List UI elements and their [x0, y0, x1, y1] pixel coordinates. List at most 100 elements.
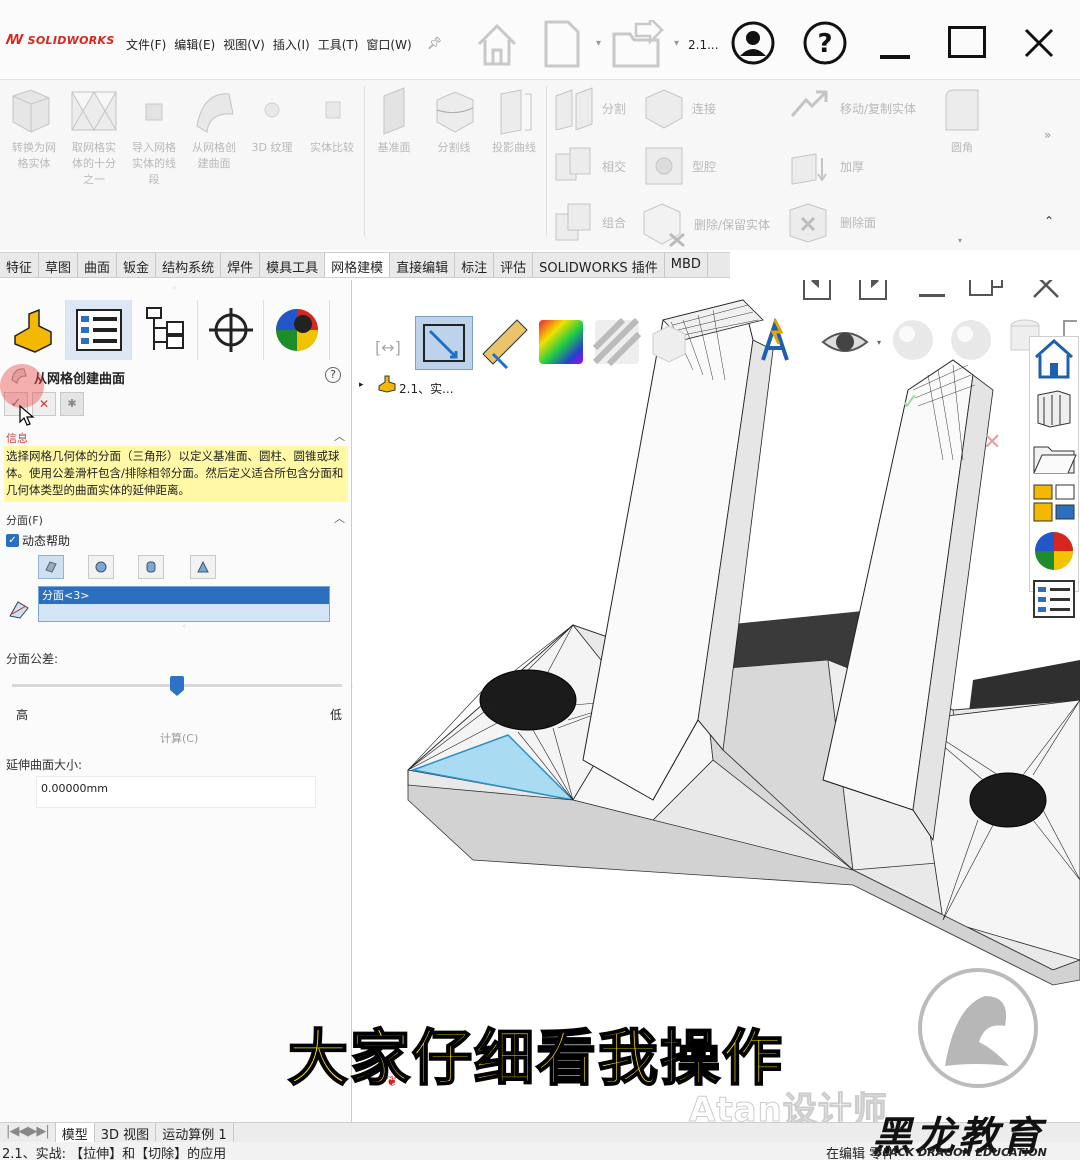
tab-surfaces[interactable]: 曲面 [78, 253, 118, 277]
tab-evaluate[interactable]: 评估 [494, 253, 534, 277]
3d-texture-button[interactable]: 3D 纹理 [244, 86, 300, 156]
split-line-button[interactable]: 分割线 [426, 86, 482, 156]
scene-sphere-icon[interactable] [947, 316, 995, 364]
split-button[interactable]: 分割 [552, 86, 626, 130]
tab-markup[interactable]: 标注 [455, 253, 495, 277]
tab-mesh-modeling[interactable]: 网格建模 [325, 253, 391, 277]
dimxpert-manager-tab[interactable] [198, 300, 264, 360]
menu-insert[interactable]: 插入(I) [273, 36, 310, 53]
tab-sketch[interactable]: 草图 [39, 253, 79, 277]
cylinder-type-button[interactable] [138, 555, 164, 579]
zebra-stripes-icon[interactable] [593, 318, 641, 366]
tree-root-label[interactable]: 2.1、实... [399, 380, 454, 397]
section-view-icon[interactable] [649, 320, 689, 364]
previous-view-icon[interactable]: [↔] [375, 338, 401, 357]
decimate-mesh-button[interactable]: 取网格实 体的十分 之一 [66, 86, 122, 188]
tab-direct-editing[interactable]: 直接编辑 [390, 253, 456, 277]
next-document-icon[interactable] [859, 280, 887, 300]
confirm-cancel-icon[interactable]: ✕ [983, 430, 1001, 455]
calculate-button[interactable]: 计算(C) [160, 730, 198, 746]
menu-file[interactable]: 文件(F) [126, 36, 166, 53]
tab-sheet-metal[interactable]: 钣金 [117, 253, 157, 277]
projected-curve-button[interactable]: 投影曲线 [484, 86, 544, 156]
surface-from-mesh-button[interactable]: 从网格创 建曲面 [186, 86, 242, 172]
previous-document-icon[interactable] [803, 280, 831, 300]
doc-restore-icon[interactable] [969, 280, 1005, 300]
convert-to-mesh-button[interactable]: 转换为网 格实体 [6, 86, 62, 172]
tab-solidworks-addins[interactable]: SOLIDWORKS 插件 [533, 253, 665, 277]
tab-3d-views[interactable]: 3D 视图 [95, 1123, 157, 1143]
home-icon[interactable] [473, 20, 521, 68]
help-icon[interactable]: ? [325, 367, 341, 383]
cone-type-button[interactable] [190, 555, 216, 579]
edit-appearance-sphere-icon[interactable] [889, 316, 937, 364]
list-resize-handle[interactable]: ◦ [182, 622, 187, 631]
solidworks-resources-icon[interactable] [1030, 337, 1078, 381]
measure-ruler-icon[interactable] [477, 314, 533, 370]
tab-mbd[interactable]: MBD [665, 253, 708, 277]
configuration-manager-tab[interactable] [132, 300, 198, 360]
tab-features[interactable]: 特征 [0, 253, 40, 277]
design-library-icon[interactable] [1030, 385, 1078, 429]
combine-button[interactable]: 组合 [552, 200, 626, 244]
open-folder-icon[interactable] [610, 20, 666, 70]
new-document-icon[interactable] [542, 20, 582, 68]
faces-list-item[interactable]: 分面<3> [39, 587, 329, 604]
minimize-icon[interactable] [880, 55, 910, 59]
connect-button[interactable]: 连接 [642, 86, 716, 130]
tab-mold-tools[interactable]: 模具工具 [260, 253, 326, 277]
delete-keep-body-button[interactable]: 删除/保留实体 [640, 200, 770, 248]
dropdown-icon[interactable]: ▾ [596, 38, 601, 49]
appearances-scenes-icon[interactable] [1030, 529, 1078, 573]
faces-selection-list[interactable]: 分面<3> [38, 586, 330, 622]
tab-model[interactable]: 模型 [55, 1123, 95, 1143]
reference-plane-button[interactable]: 基准面 [368, 86, 420, 156]
menu-edit[interactable]: 编辑(E) [174, 36, 215, 53]
tolerance-slider-thumb[interactable] [170, 676, 184, 696]
body-compare-button[interactable]: 实体比较 [304, 86, 360, 156]
menu-tools[interactable]: 工具(T) [318, 36, 359, 53]
dropdown-icon[interactable]: ▾ [674, 38, 679, 49]
appearance-edit-icon[interactable] [753, 316, 797, 366]
menu-window[interactable]: 窗口(W) [366, 36, 411, 53]
dynamic-help-checkbox[interactable]: ✓ 动态帮助 [6, 532, 70, 549]
pin-button[interactable]: ✱ [60, 392, 84, 416]
user-account-icon[interactable] [730, 20, 776, 66]
property-manager-tab[interactable] [66, 300, 132, 360]
pin-menu-icon[interactable]: 📌︎ [427, 36, 442, 50]
import-mesh-segments-button[interactable]: 导入网格 实体的线段 [126, 86, 182, 188]
thicken-button[interactable]: 加厚 [786, 144, 864, 188]
info-section-header[interactable]: 信息 [6, 430, 28, 446]
custom-properties-icon[interactable] [1030, 577, 1078, 621]
faces-section-header[interactable]: 分面(F) [6, 512, 43, 528]
dropdown-icon[interactable]: ▾ [958, 236, 962, 245]
display-manager-tab[interactable] [264, 300, 330, 360]
tree-expand-icon[interactable]: ▸ [359, 380, 364, 390]
zoom-to-fit-button[interactable] [415, 316, 473, 370]
fillet-button[interactable]: 圆角 [938, 86, 986, 156]
collapse-chevron-icon[interactable]: ︿ [334, 428, 345, 444]
curvature-display-icon[interactable] [537, 318, 585, 366]
close-icon[interactable] [1022, 26, 1056, 60]
view-palette-icon[interactable] [1030, 481, 1078, 525]
file-explorer-icon[interactable] [1030, 433, 1078, 477]
tab-structure-system[interactable]: 结构系统 [156, 253, 222, 277]
maximize-icon[interactable] [948, 26, 986, 58]
tab-motion-study[interactable]: 运动算例 1 [156, 1123, 234, 1143]
extend-size-input[interactable]: 0.00000mm [36, 776, 316, 808]
tab-scroll-arrows-icon[interactable]: |◀◀▶▶| [0, 1123, 56, 1142]
ribbon-more-button[interactable]: » [1044, 128, 1051, 142]
panel-splitter-handle[interactable]: ◦ [172, 284, 177, 293]
dropdown-icon[interactable]: ▾ [877, 338, 881, 347]
confirm-ok-icon[interactable]: ✓ [901, 390, 919, 415]
sphere-type-button[interactable] [88, 555, 114, 579]
plane-type-button[interactable] [38, 555, 64, 579]
menu-view[interactable]: 视图(V) [223, 36, 265, 53]
move-copy-body-button[interactable]: 移动/复制实体 [786, 86, 916, 130]
graphics-viewport[interactable]: [↔] ▾ ▸ 2.1、实... ✓ ✕ Atan设计师 [353, 280, 1080, 1122]
doc-minimize-icon[interactable] [919, 294, 945, 297]
intersect-button[interactable]: 相交 [552, 144, 626, 188]
help-question-icon[interactable]: ? [802, 20, 848, 66]
collapse-chevron-icon[interactable]: ︿ [334, 510, 345, 526]
doc-close-icon[interactable] [1031, 280, 1061, 300]
